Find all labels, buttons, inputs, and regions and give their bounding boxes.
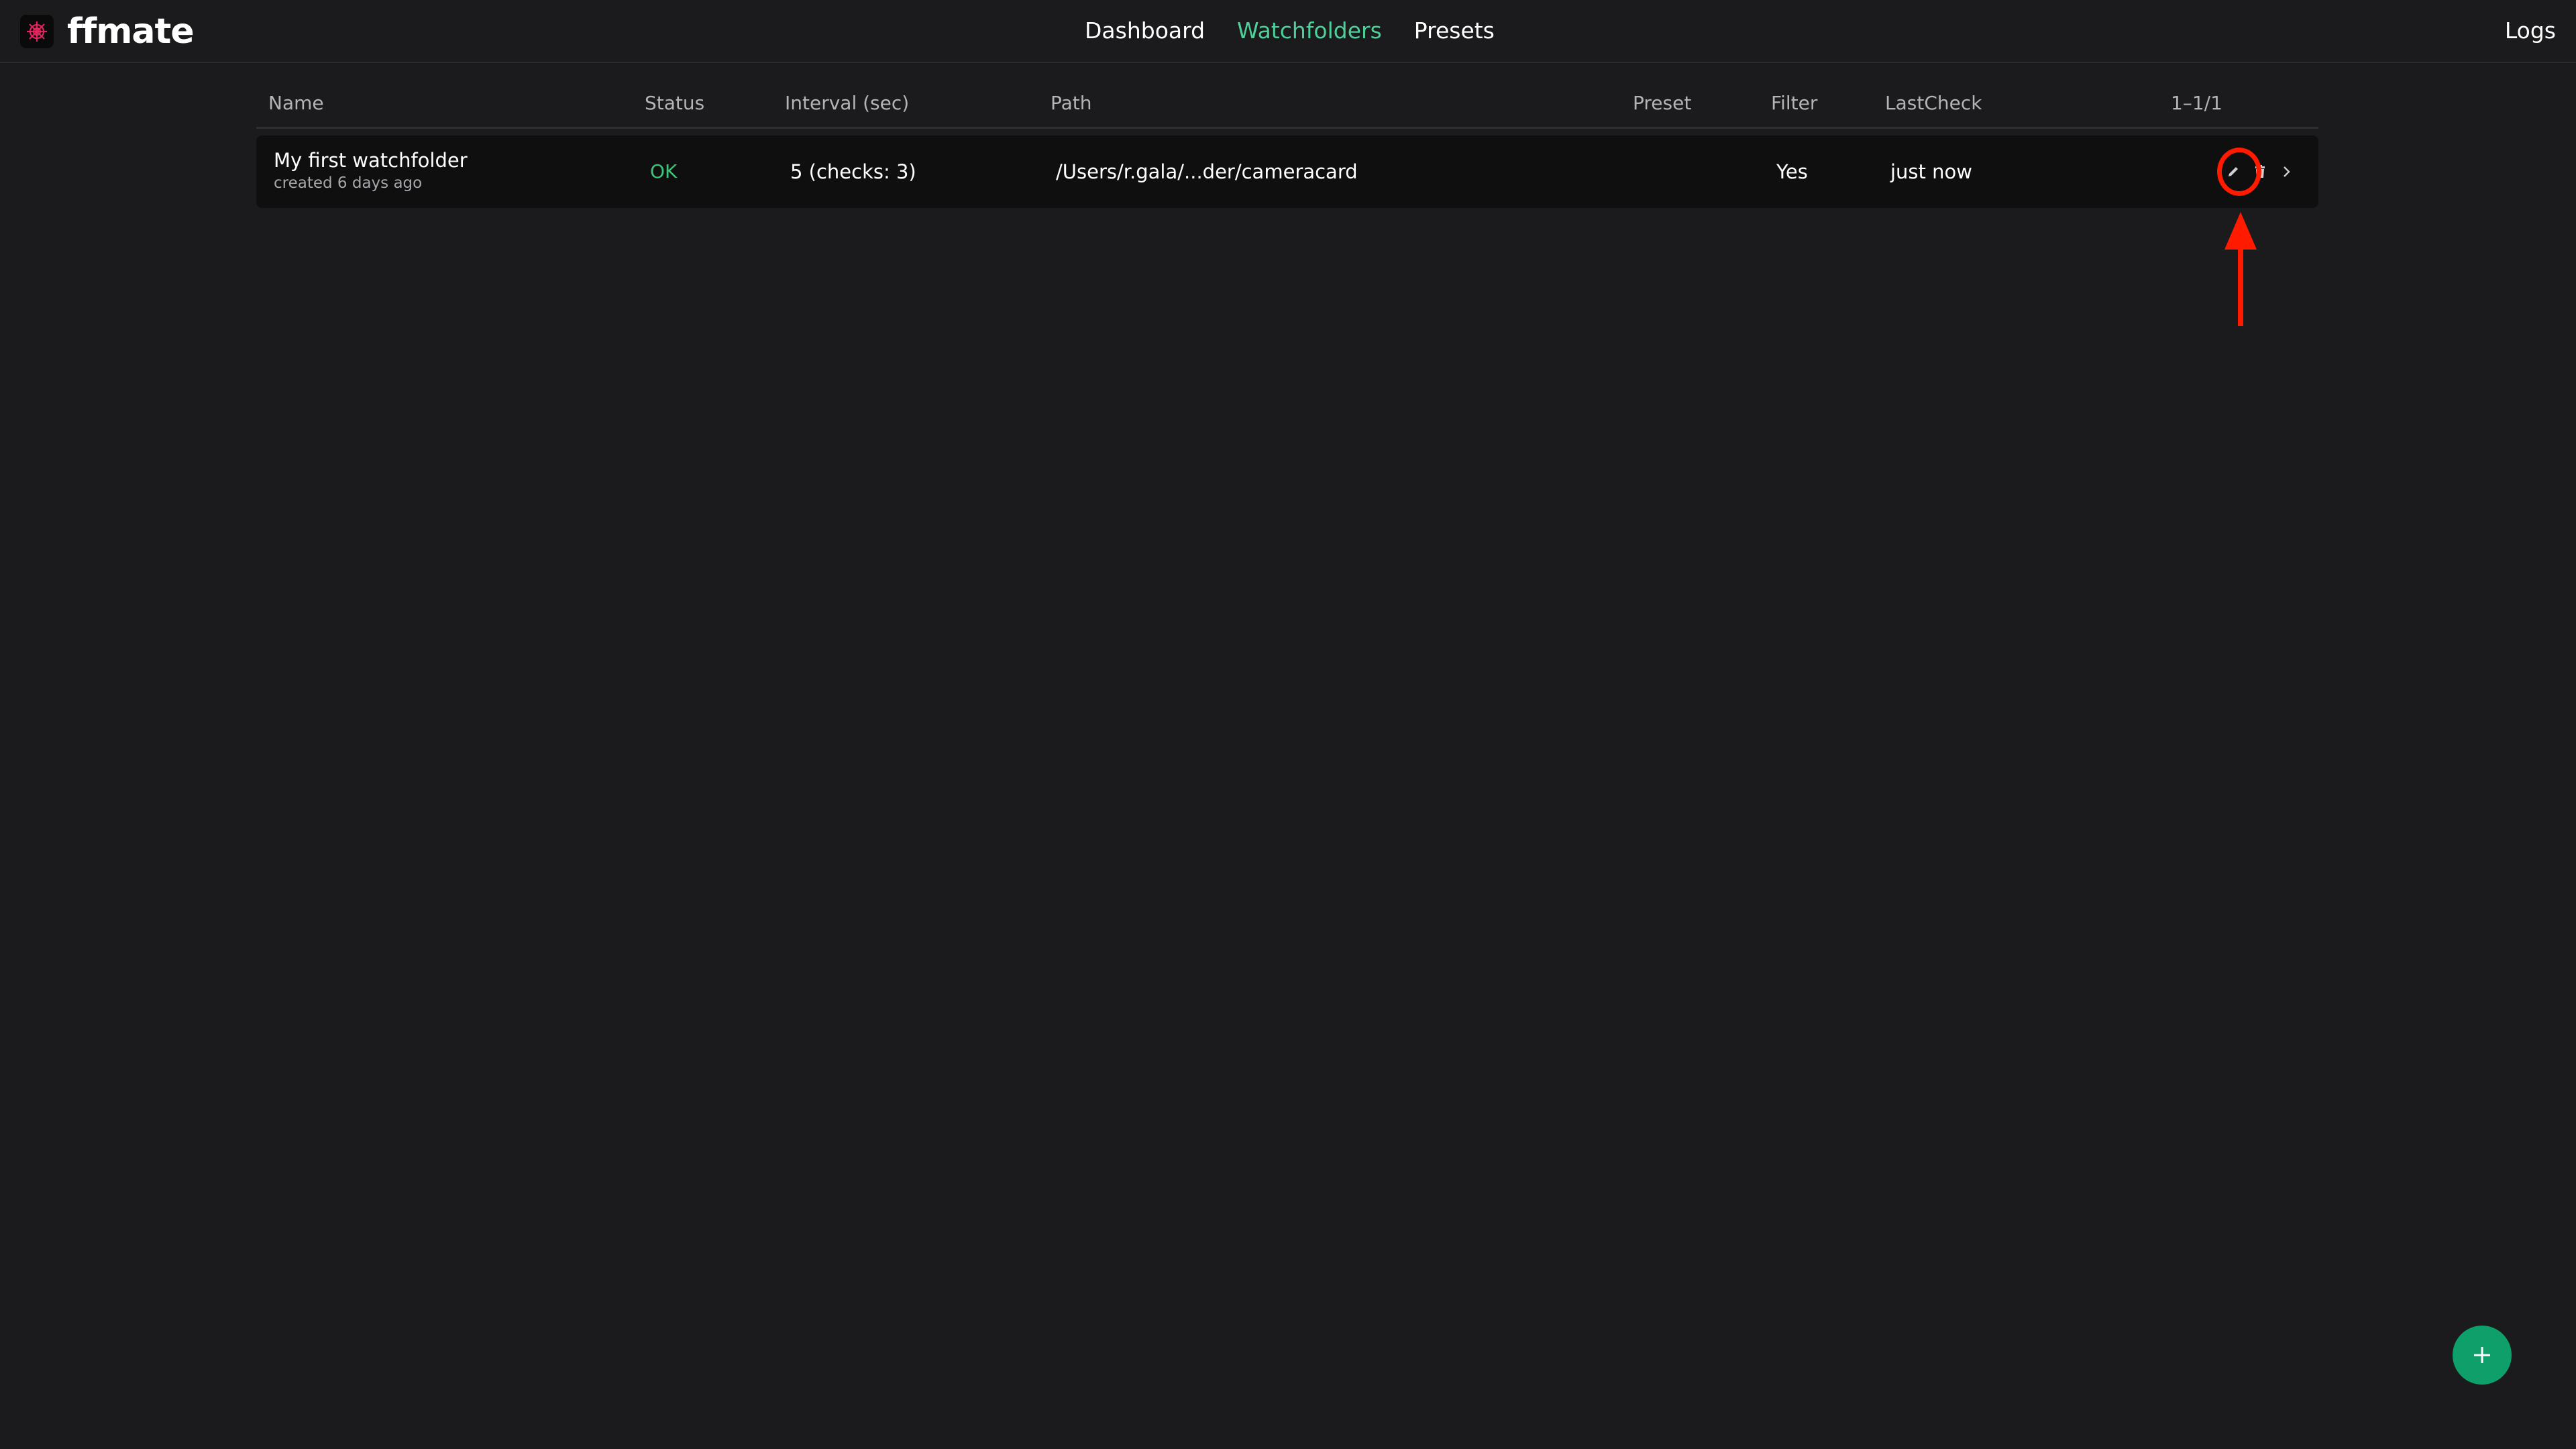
- main-nav: Dashboard Watchfolders Presets: [1085, 16, 1495, 46]
- column-header-status[interactable]: Status: [645, 90, 704, 117]
- lastcheck-value: just now: [1890, 160, 1972, 183]
- ffmate-logo-icon: [20, 15, 54, 48]
- nav-presets[interactable]: Presets: [1414, 16, 1495, 46]
- table-row[interactable]: My first watchfolder created 6 days ago …: [256, 136, 2318, 208]
- column-header-lastcheck[interactable]: LastCheck: [1885, 90, 1982, 117]
- nav-logs[interactable]: Logs: [2505, 16, 2556, 46]
- watchfolder-created: created 6 days ago: [274, 174, 423, 192]
- column-header-name[interactable]: Name: [268, 90, 324, 117]
- status-badge: OK: [650, 160, 678, 182]
- interval-value: 5 (checks: 3): [790, 160, 916, 183]
- add-watchfolder-button[interactable]: [2453, 1326, 2512, 1385]
- open-details-button[interactable]: [2273, 153, 2301, 191]
- annotation-arrow: [2224, 212, 2257, 326]
- column-header-interval[interactable]: Interval (sec): [785, 90, 909, 117]
- watchfolder-name: My first watchfolder: [274, 149, 468, 172]
- filter-value: Yes: [1776, 160, 1808, 183]
- nav-dashboard[interactable]: Dashboard: [1085, 16, 1205, 46]
- table-header: Name Status Interval (sec) Path Preset F…: [256, 80, 2318, 129]
- path-value: /Users/r.gala/...der/cameracard: [1056, 160, 1358, 183]
- pencil-icon: [2229, 167, 2238, 176]
- chevron-right-icon: [2284, 166, 2290, 177]
- top-bar: ffmate Dashboard Watchfolders Presets Lo…: [0, 0, 2576, 63]
- column-header-path[interactable]: Path: [1051, 90, 1092, 117]
- plus-icon: [2474, 1347, 2490, 1363]
- column-header-filter[interactable]: Filter: [1771, 90, 1817, 117]
- brand-logo[interactable]: ffmate: [20, 11, 195, 52]
- brand-name: ffmate: [67, 11, 195, 52]
- delete-button[interactable]: [2246, 153, 2274, 191]
- pagination-info: 1–1/1: [2171, 92, 2222, 114]
- edit-button[interactable]: [2219, 153, 2247, 191]
- row-actions: [2219, 153, 2313, 191]
- trash-icon: [2255, 165, 2265, 178]
- nav-watchfolders[interactable]: Watchfolders: [1237, 16, 1382, 46]
- column-header-preset[interactable]: Preset: [1633, 90, 1691, 117]
